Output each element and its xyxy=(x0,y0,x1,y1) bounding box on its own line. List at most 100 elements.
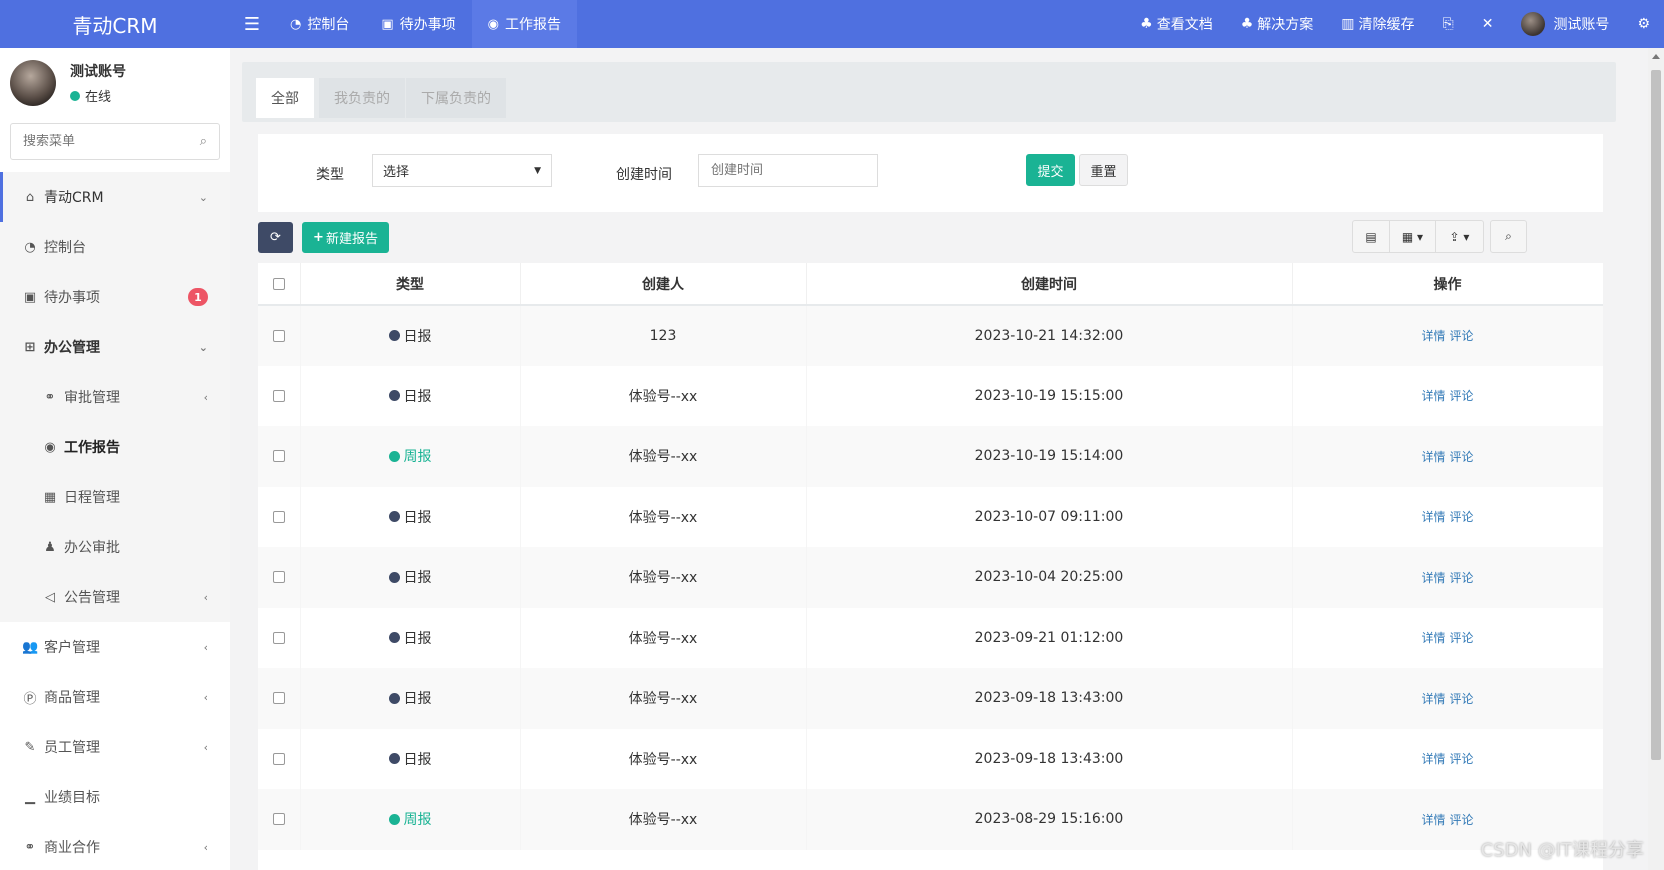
sidebar-item-notice[interactable]: ◁ 公告管理 ‹ xyxy=(0,572,230,622)
detail-link[interactable]: 详情 xyxy=(1421,329,1445,343)
detail-link[interactable]: 详情 xyxy=(1421,571,1445,585)
solutions-link[interactable]: ♣ 解决方案 xyxy=(1227,0,1328,48)
comment-link[interactable]: 评论 xyxy=(1450,692,1474,706)
select-all-checkbox[interactable] xyxy=(272,277,285,290)
fullscreen-icon[interactable]: ✕ xyxy=(1468,0,1508,48)
comment-link[interactable]: 评论 xyxy=(1450,571,1474,585)
tab-work-report[interactable]: ◉ 工作报告 xyxy=(471,0,577,48)
detail-link[interactable]: 详情 xyxy=(1421,813,1445,827)
sidebar-item-office[interactable]: ⊞ 办公管理 ⌄ xyxy=(0,322,230,372)
table-row[interactable]: 日报 123 2023-10-21 14:32:00 详情 评论 xyxy=(258,305,1603,366)
row-checkbox[interactable] xyxy=(272,813,285,826)
comment-link[interactable]: 评论 xyxy=(1450,510,1474,524)
comment-link[interactable]: 评论 xyxy=(1450,631,1474,645)
detail-link[interactable]: 详情 xyxy=(1421,450,1445,464)
scroll-thumb[interactable] xyxy=(1651,70,1661,760)
gear-icon[interactable]: ⚙ xyxy=(1623,0,1664,48)
type-dot-icon xyxy=(388,390,400,402)
type-label: 日报 xyxy=(403,388,432,405)
created-time-cell: 2023-08-29 15:16:00 xyxy=(806,789,1293,850)
row-checkbox[interactable] xyxy=(272,450,285,463)
plus-icon: + xyxy=(313,230,324,245)
detail-link[interactable]: 详情 xyxy=(1421,692,1445,706)
tab-subordinates[interactable]: 下属负责的 xyxy=(406,78,506,118)
comment-link[interactable]: 评论 xyxy=(1450,450,1474,464)
view-docs-link[interactable]: ♣ 查看文档 xyxy=(1126,0,1227,48)
sidebar-item-business[interactable]: ⚭ 商业合作 ‹ xyxy=(0,822,230,870)
avatar[interactable] xyxy=(10,60,56,106)
detail-link[interactable]: 详情 xyxy=(1421,631,1445,645)
comment-link[interactable]: 评论 xyxy=(1450,329,1474,343)
detail-link[interactable]: 详情 xyxy=(1421,752,1445,766)
toggle-view-button[interactable]: ▤ xyxy=(1352,220,1390,253)
tab-mine[interactable]: 我负责的 xyxy=(319,78,405,118)
reset-button[interactable]: 重置 xyxy=(1079,154,1128,186)
row-checkbox[interactable] xyxy=(272,510,285,523)
row-checkbox[interactable] xyxy=(272,571,285,584)
columns-button[interactable]: ▦ ▾ xyxy=(1390,220,1436,253)
main-content: 全部 我负责的 下属负责的 类型 选择 ▼ 创建时间 提交 重置 ⟳ + 新建报… xyxy=(230,48,1634,870)
table-header-row: 类型 创建人 创建时间 操作 xyxy=(258,263,1603,306)
report-icon: ◉ xyxy=(44,439,56,455)
sidebar-item-products[interactable]: Ⓟ 商品管理 ‹ xyxy=(0,672,230,722)
column-header[interactable]: 创建人 xyxy=(520,263,807,306)
sidebar-item-schedule[interactable]: ▦ 日程管理 xyxy=(0,472,230,522)
tab-dashboard[interactable]: ◔ 控制台 xyxy=(274,0,365,48)
tab-todo[interactable]: ▣ 待办事项 xyxy=(365,0,471,48)
brand-logo[interactable]: 青动CRM xyxy=(0,0,230,48)
export-button[interactable]: ⇪ ▾ xyxy=(1436,220,1484,253)
top-navbar: 青动CRM ☰ ◔ 控制台 ▣ 待办事项 ◉ 工作报告 ♣ 查看文档 ♣ 解决方… xyxy=(0,0,1664,48)
sidebar-item-office-approval[interactable]: ♟ 办公审批 xyxy=(0,522,230,572)
row-checkbox[interactable] xyxy=(272,752,285,765)
row-checkbox[interactable] xyxy=(272,631,285,644)
row-checkbox[interactable] xyxy=(272,692,285,705)
type-dot-icon xyxy=(388,330,400,342)
row-checkbox[interactable] xyxy=(272,329,285,342)
table-row[interactable]: 日报 体验号--xx 2023-10-07 09:11:00 详情 评论 xyxy=(258,486,1603,547)
column-header[interactable]: 创建时间 xyxy=(806,263,1293,306)
table-row[interactable]: 周报 体验号--xx 2023-10-19 15:14:00 详情 评论 xyxy=(258,426,1603,487)
refresh-button[interactable]: ⟳ xyxy=(258,222,293,253)
comment-link[interactable]: 评论 xyxy=(1450,813,1474,827)
sidebar-item-dashboard[interactable]: ◔ 控制台 xyxy=(0,222,230,272)
table-row[interactable]: 日报 体验号--xx 2023-09-18 13:43:00 详情 评论 xyxy=(258,668,1603,729)
sidebar-item-crm[interactable]: ⌂ 青动CRM ⌄ xyxy=(0,172,230,222)
table-row[interactable]: 日报 体验号--xx 2023-09-18 13:43:00 详情 评论 xyxy=(258,728,1603,789)
sidebar-item-todo[interactable]: ▣ 待办事项 1 xyxy=(0,272,230,322)
table-row[interactable]: 周报 体验号--xx 2023-08-29 15:16:00 详情 评论 xyxy=(258,789,1603,850)
type-dot-icon xyxy=(388,692,400,704)
menu-toggle-icon[interactable]: ☰ xyxy=(230,0,274,48)
sidebar-item-label: 员工管理 xyxy=(44,740,100,756)
sidebar-item-customers[interactable]: 👥 客户管理 ‹ xyxy=(0,622,230,672)
column-header[interactable]: 类型 xyxy=(300,263,521,306)
user-menu[interactable]: 测试账号 xyxy=(1507,0,1623,48)
language-icon[interactable]: ⎘ xyxy=(1429,0,1468,48)
comment-link[interactable]: 评论 xyxy=(1450,752,1474,766)
top-right-links: ♣ 查看文档 ♣ 解决方案 ▥ 清除缓存 ⎘ ✕ 测试账号 ⚙ xyxy=(1126,0,1664,48)
created-time-input[interactable] xyxy=(698,154,878,187)
type-select[interactable]: 选择 ▼ xyxy=(372,154,552,187)
table-row[interactable]: 日报 体验号--xx 2023-10-04 20:25:00 详情 评论 xyxy=(258,547,1603,608)
row-checkbox[interactable] xyxy=(272,389,285,402)
sidebar-item-approval[interactable]: ⚭ 审批管理 ‹ xyxy=(0,372,230,422)
submit-button[interactable]: 提交 xyxy=(1026,154,1075,186)
sidebar-group-crm: ◔ 控制台 ▣ 待办事项 1 ⊞ 办公管理 ⌄ ⚭ 审批管理 ‹ ◉ 工作报告 … xyxy=(0,222,230,622)
clear-cache-link[interactable]: ▥ 清除缓存 xyxy=(1327,0,1428,48)
table-row[interactable]: 日报 体验号--xx 2023-10-19 15:15:00 详情 评论 xyxy=(258,365,1603,426)
search-icon[interactable]: ⌕ xyxy=(200,134,207,149)
sidebar-item-employees[interactable]: ✎ 员工管理 ‹ xyxy=(0,722,230,772)
page-scrollbar[interactable] xyxy=(1648,48,1664,870)
comment-link[interactable]: 评论 xyxy=(1450,389,1474,403)
dashboard-icon: ◔ xyxy=(290,16,302,32)
created-time-label: 创建时间 xyxy=(616,167,672,183)
sidebar-item-targets[interactable]: ▁ 业绩目标 xyxy=(0,772,230,822)
table-row[interactable]: 日报 体验号--xx 2023-09-21 01:12:00 详情 评论 xyxy=(258,607,1603,668)
scroll-up-arrow-icon[interactable] xyxy=(1652,54,1660,59)
tab-all[interactable]: 全部 xyxy=(256,78,314,118)
detail-link[interactable]: 详情 xyxy=(1421,389,1445,403)
search-button[interactable]: ⌕ xyxy=(1490,220,1527,253)
detail-link[interactable]: 详情 xyxy=(1421,510,1445,524)
sidebar-item-work-report[interactable]: ◉ 工作报告 xyxy=(0,422,230,472)
new-report-button[interactable]: + 新建报告 xyxy=(302,222,389,253)
menu-search-input[interactable] xyxy=(23,134,200,149)
